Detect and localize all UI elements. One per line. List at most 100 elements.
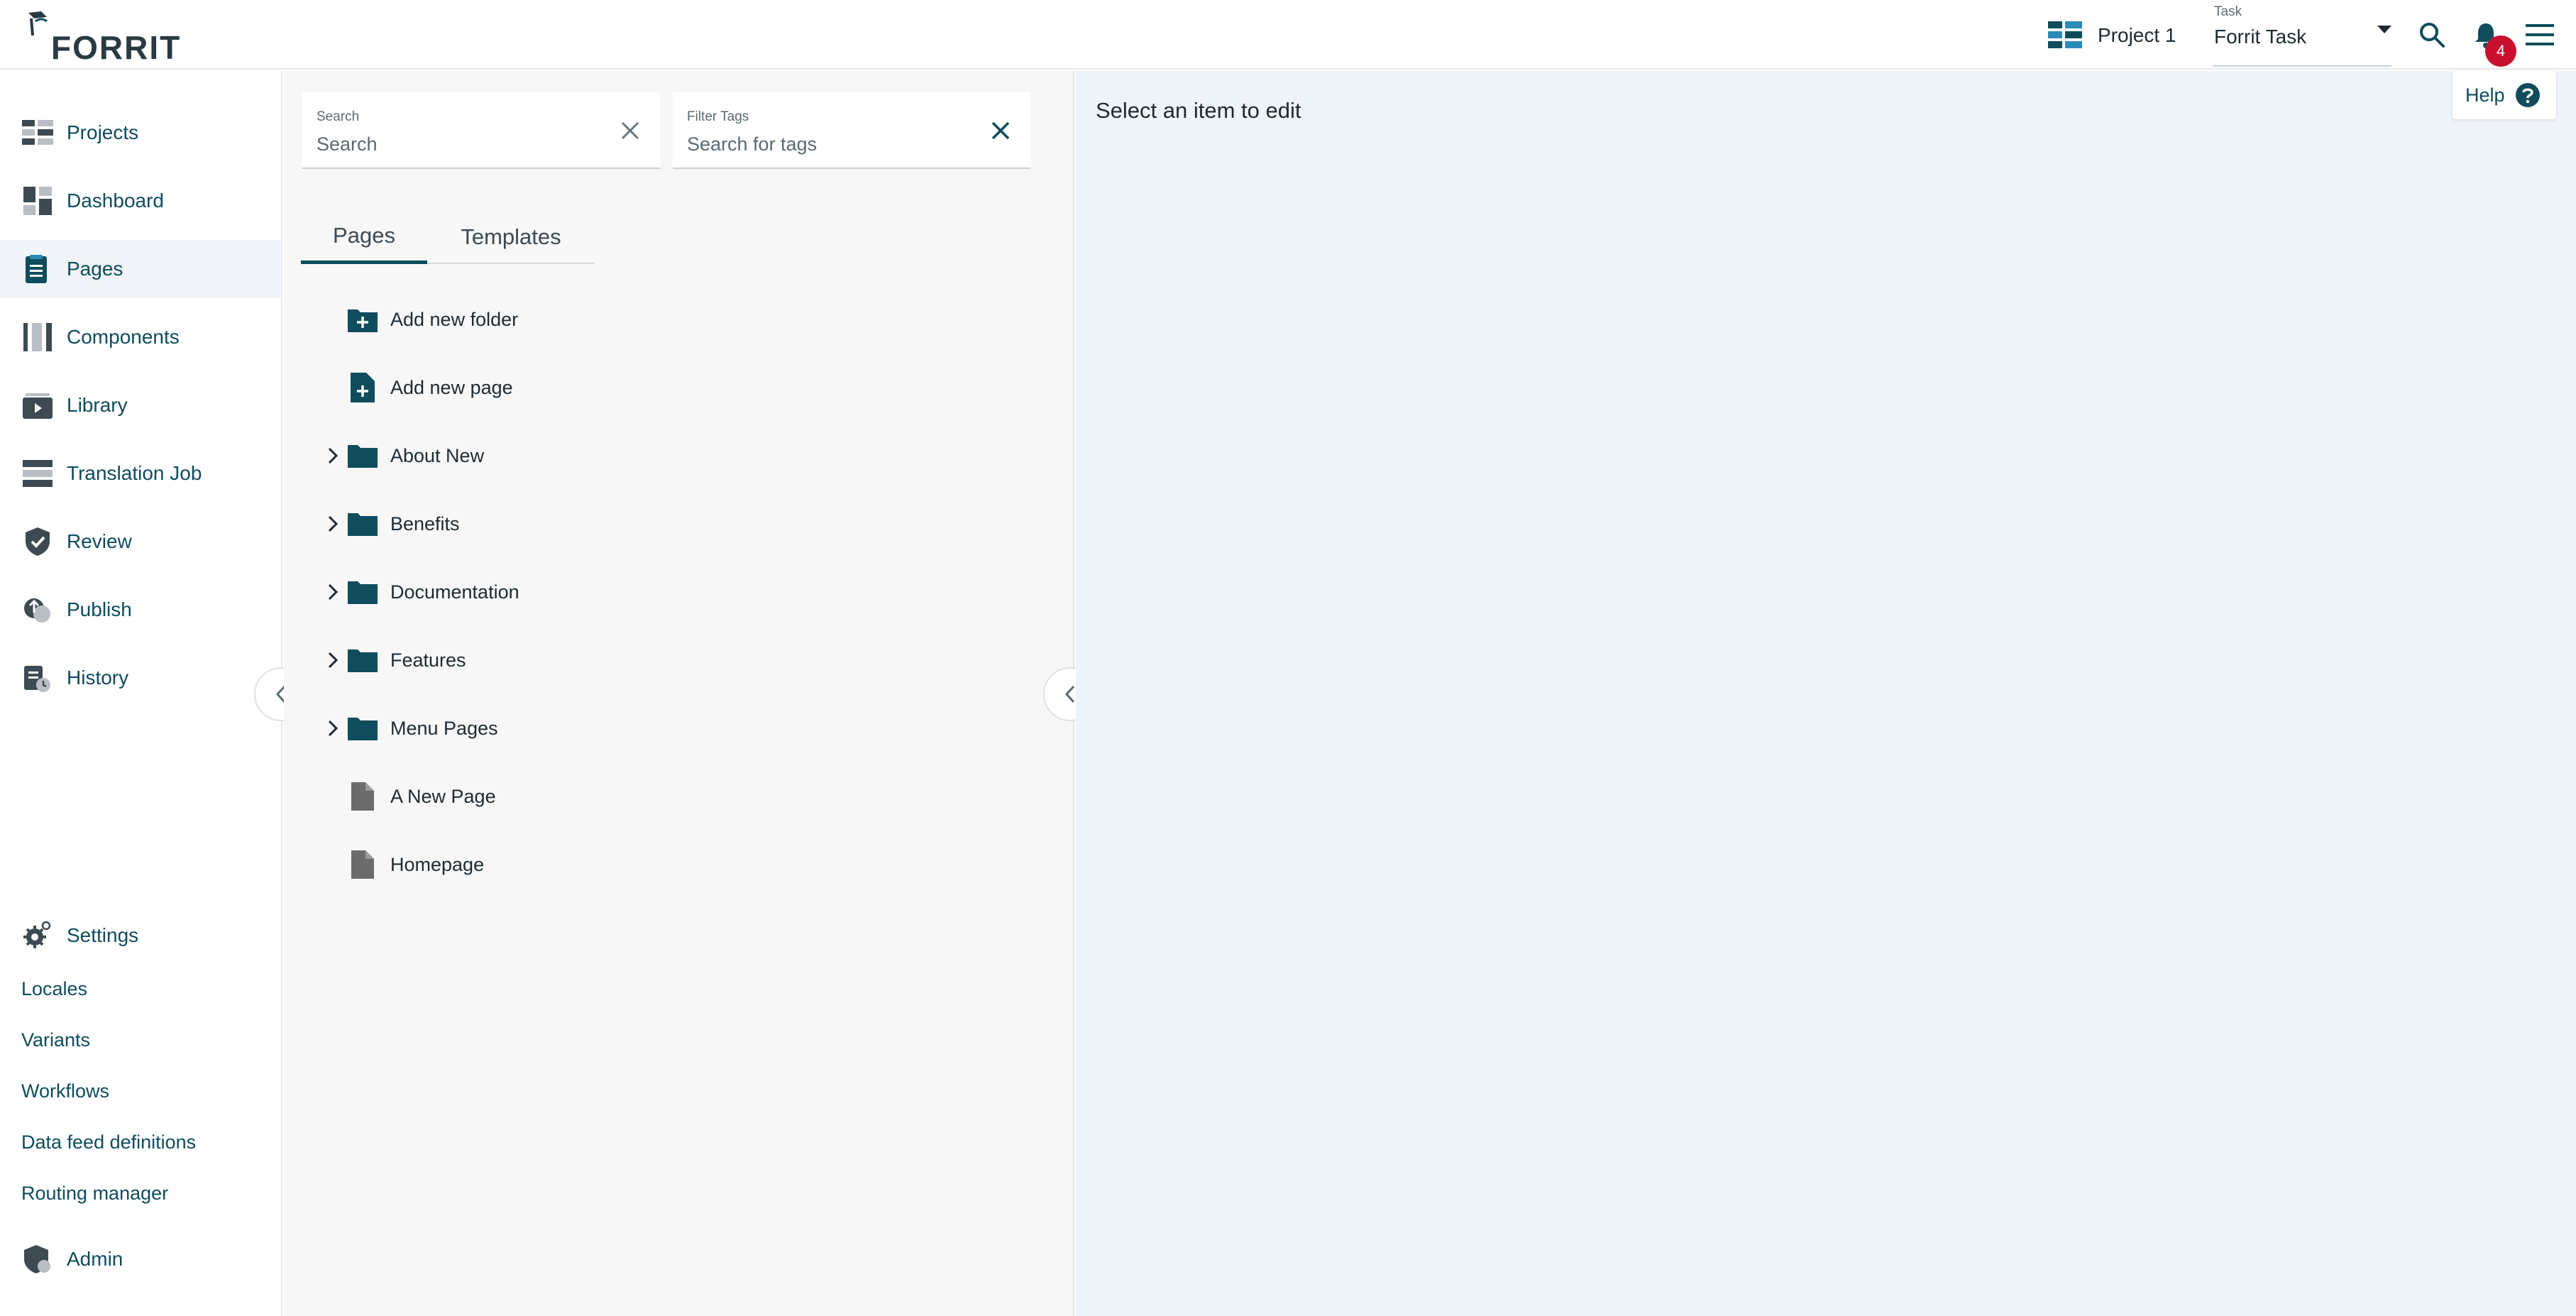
chevron-right-icon[interactable] <box>322 581 343 603</box>
folder-icon <box>346 576 379 608</box>
sidebar-item-components[interactable]: Components <box>0 308 281 366</box>
menu-icon <box>2526 24 2554 45</box>
publish-icon <box>21 593 54 626</box>
main-menu-button[interactable] <box>2523 18 2556 51</box>
tree-folder-menu-pages[interactable]: Menu Pages <box>301 700 798 757</box>
sidebar-item-label: Dashboard <box>67 190 164 212</box>
settings-link-workflows[interactable]: Workflows <box>21 1080 109 1102</box>
add-page-icon <box>346 371 379 404</box>
chevron-right-icon[interactable] <box>322 718 343 739</box>
chevron-right-icon[interactable] <box>322 649 343 671</box>
tree-item-label: Add new page <box>390 376 513 398</box>
tree-folder-benefits[interactable]: Benefits <box>301 495 798 552</box>
add-folder-icon <box>346 303 379 336</box>
sidebar-item-label: Pages <box>67 258 123 280</box>
help-question-icon <box>2515 83 2540 107</box>
settings-link-routing-manager[interactable]: Routing manager <box>21 1183 168 1205</box>
tree-item-label: A New Page <box>390 785 496 807</box>
close-icon <box>621 121 639 140</box>
task-select-label: Task <box>2214 4 2242 19</box>
library-icon <box>21 389 54 422</box>
sidebar-item-label: Components <box>67 326 180 348</box>
tree-folder-features[interactable]: Features <box>301 632 798 689</box>
top-bar: FORRIT Project 1 Task Forrit Task 4 <box>0 0 2576 70</box>
clear-search-button[interactable] <box>616 116 644 145</box>
notification-badge: 4 <box>2485 35 2516 67</box>
pages-icon <box>21 253 54 285</box>
tree-item-label: Menu Pages <box>390 717 498 739</box>
settings-link-data-feed-definitions[interactable]: Data feed definitions <box>21 1131 196 1153</box>
review-icon <box>21 525 54 558</box>
folder-icon <box>346 644 379 676</box>
help-button[interactable]: Help <box>2453 71 2556 119</box>
search-icon <box>2420 23 2445 48</box>
filter-tags-input[interactable]: Filter Tags Search for tags <box>673 92 1030 169</box>
sidebar-item-dashboard[interactable]: Dashboard <box>0 172 281 230</box>
tree-item-label: Documentation <box>390 581 519 603</box>
tree-item-label: Add new folder <box>390 308 519 330</box>
editor-area: Select an item to edit <box>1076 71 2576 1316</box>
sidebar-item-label: Projects <box>67 121 139 143</box>
search-input[interactable]: Search Search <box>302 92 660 169</box>
tree-item-label: Benefits <box>390 512 460 534</box>
history-icon <box>21 662 54 694</box>
tree-folder-about-new[interactable]: About New <box>301 427 798 484</box>
sidebar-item-label: Admin <box>67 1248 123 1270</box>
sidebar-item-review[interactable]: Review <box>0 512 281 571</box>
sidebar-item-publish[interactable]: Publish <box>0 581 281 639</box>
caret-down-icon <box>2377 26 2391 33</box>
sidebar-item-label: Publish <box>67 598 132 620</box>
filter-tags-placeholder: Search for tags <box>687 133 818 155</box>
sidebar-item-label: Review <box>67 530 132 552</box>
sidebar-item-label: History <box>67 667 129 689</box>
tree-page-a-new-page[interactable]: A New Page <box>301 768 798 825</box>
search-button[interactable] <box>2416 18 2448 51</box>
search-input-label: Search <box>317 109 360 124</box>
tree-page-homepage[interactable]: Homepage <box>301 836 798 893</box>
brand-name: FORRIT <box>51 29 182 66</box>
add-new-page-button[interactable]: Add new page <box>301 359 798 416</box>
tab-templates[interactable]: Templates <box>427 210 595 264</box>
sidebar-item-pages[interactable]: Pages <box>0 240 281 298</box>
sidebar-item-label: Library <box>67 394 128 416</box>
folder-icon <box>346 439 379 472</box>
sidebar-item-projects[interactable]: Projects <box>0 104 281 162</box>
chevron-right-icon[interactable] <box>322 513 343 534</box>
folder-icon <box>346 712 379 745</box>
sidebar-item-admin[interactable]: Admin <box>0 1230 281 1288</box>
empty-state-message: Select an item to edit <box>1096 98 1301 123</box>
task-select-value: Forrit Task <box>2214 26 2307 48</box>
dashboard-icon <box>21 185 54 217</box>
components-icon <box>21 321 54 353</box>
page-icon <box>346 780 379 813</box>
search-input-placeholder: Search <box>317 133 378 155</box>
add-new-folder-button[interactable]: Add new folder <box>301 291 798 348</box>
project-switcher[interactable]: Project 1 <box>2048 18 2176 53</box>
pages-tree-panel: Search Search Filter Tags Search for tag… <box>284 71 1074 1316</box>
chevron-right-icon[interactable] <box>322 445 343 466</box>
settings-link-variants[interactable]: Variants <box>21 1029 90 1051</box>
page-tabs: Pages Templates <box>301 210 595 264</box>
tree-folder-documentation[interactable]: Documentation <box>301 564 798 620</box>
sidebar-item-library[interactable]: Library <box>0 376 281 434</box>
project-grid-icon <box>2048 21 2082 48</box>
project-label: Project 1 <box>2098 24 2176 46</box>
settings-link-locales[interactable]: Locales <box>21 978 87 1000</box>
sidebar-item-settings[interactable]: Settings <box>0 906 281 965</box>
chevron-left-icon <box>1064 685 1075 703</box>
tree-item-label: About New <box>390 444 485 466</box>
forrit-logo[interactable]: FORRIT <box>26 7 180 66</box>
sidebar-item-label: Settings <box>67 924 139 946</box>
clear-tags-button[interactable] <box>986 116 1015 145</box>
task-select[interactable]: Task Forrit Task <box>2213 0 2391 67</box>
sidebar-item-history[interactable]: History <box>0 649 281 707</box>
help-label: Help <box>2465 84 2505 106</box>
sidebar-item-label: Translation Job <box>67 462 202 484</box>
admin-shield-icon <box>21 1243 54 1276</box>
sidebar: Projects Dashboard Pages Components Libr… <box>0 71 282 1316</box>
tab-pages[interactable]: Pages <box>301 210 427 264</box>
sidebar-item-translation-job[interactable]: Translation Job <box>0 444 281 503</box>
close-icon <box>991 121 1010 140</box>
page-icon <box>346 848 379 881</box>
tree-item-label: Features <box>390 649 466 671</box>
